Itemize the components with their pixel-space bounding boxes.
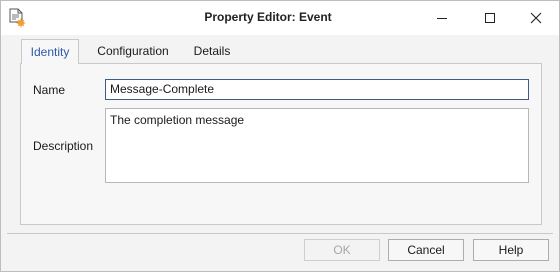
minimize-button[interactable] <box>419 1 465 35</box>
name-field[interactable]: Message-Complete <box>105 79 529 100</box>
ok-button[interactable]: OK <box>304 239 380 261</box>
tab-details[interactable]: Details <box>187 39 237 63</box>
property-editor-dialog: Property Editor: Event Identity Configur… <box>0 0 560 272</box>
close-button[interactable] <box>513 1 559 35</box>
maximize-icon <box>485 13 495 23</box>
close-icon <box>530 12 542 24</box>
tab-identity[interactable]: Identity <box>21 39 79 64</box>
description-label: Description <box>33 139 94 153</box>
description-field[interactable]: The completion message <box>105 108 529 183</box>
tab-configuration[interactable]: Configuration <box>87 39 179 63</box>
name-label: Name <box>33 83 66 97</box>
footer-divider <box>7 233 553 234</box>
minimize-icon <box>437 18 447 19</box>
cancel-button[interactable]: Cancel <box>388 239 464 261</box>
help-button[interactable]: Help <box>473 239 549 261</box>
maximize-button[interactable] <box>467 1 513 35</box>
title-bar[interactable]: Property Editor: Event <box>1 1 559 35</box>
